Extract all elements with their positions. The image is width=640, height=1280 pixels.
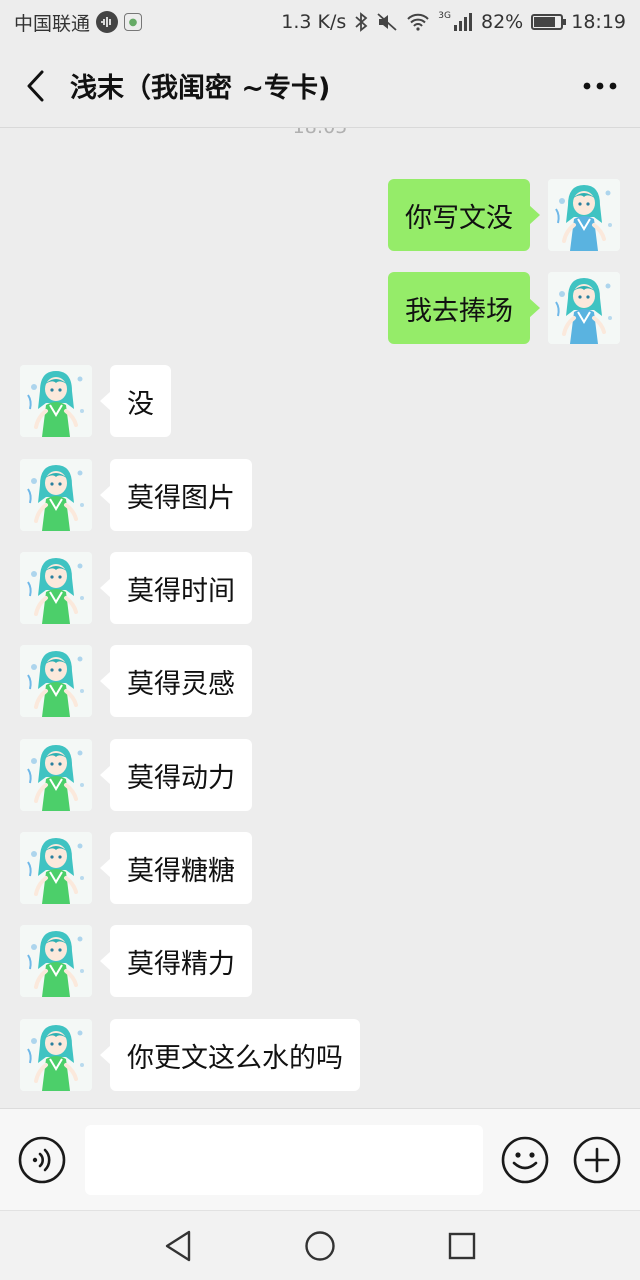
message-input[interactable] — [85, 1125, 483, 1195]
incoming-message: 莫得灵感 — [20, 645, 252, 717]
contact-avatar[interactable] — [20, 832, 92, 904]
contact-avatar[interactable] — [20, 459, 92, 531]
hd-voice-icon — [96, 11, 119, 33]
signal-icon — [453, 13, 473, 31]
message-bubble[interactable]: 你更文这么水的吗 — [100, 1019, 360, 1091]
my-avatar[interactable] — [548, 179, 620, 251]
emoji-button[interactable] — [501, 1136, 549, 1184]
nav-recent-button[interactable] — [441, 1225, 483, 1267]
plus-icon — [573, 1136, 621, 1184]
chat-header: 浅末（我闺密 ~专卡) — [0, 44, 640, 128]
battery-icon — [531, 14, 567, 30]
outgoing-message: 我去捧场 — [388, 272, 620, 344]
nav-home-icon — [305, 1231, 335, 1261]
nav-home-button[interactable] — [299, 1225, 341, 1267]
contact-avatar[interactable] — [20, 645, 92, 717]
voice-button[interactable] — [18, 1136, 66, 1184]
nav-back-icon — [165, 1230, 191, 1262]
contact-avatar[interactable] — [20, 552, 92, 624]
incoming-message: 莫得糖糖 — [20, 832, 252, 904]
incoming-message: 莫得精力 — [20, 925, 252, 997]
message-bubble[interactable]: 莫得时间 — [100, 552, 252, 624]
chat-title: 浅末（我闺密 ~专卡) — [70, 73, 331, 104]
plus-button[interactable] — [573, 1136, 621, 1184]
message-bubble[interactable]: 莫得精力 — [100, 925, 252, 997]
battery-percent: 82% — [481, 11, 524, 33]
back-arrow-icon — [27, 70, 44, 101]
message-bubble[interactable]: 莫得动力 — [100, 739, 252, 811]
more-dots-icon — [583, 82, 617, 89]
incoming-message: 你更文这么水的吗 — [20, 1019, 360, 1091]
contact-avatar[interactable] — [20, 365, 92, 437]
chat-area[interactable]: 18:05 你写文没我去捧场没莫得图片莫得时间莫得灵感莫得动力莫得糖糖莫得精力你… — [0, 128, 640, 1108]
status-right: 1.3 K/s 3G 82% 18:19 — [281, 11, 626, 33]
contact-avatar[interactable] — [20, 739, 92, 811]
emoji-icon — [501, 1136, 549, 1184]
system-nav-bar — [0, 1210, 640, 1280]
incoming-message: 莫得图片 — [20, 459, 252, 531]
battery-fill — [534, 17, 556, 27]
contact-avatar[interactable] — [20, 925, 92, 997]
status-left: 中国联通 ● — [14, 9, 281, 36]
status-bar: 中国联通 ● 1.3 K/s 3G 82% 18:19 — [0, 0, 640, 44]
more-button[interactable] — [560, 44, 640, 128]
message-bubble[interactable]: 你写文没 — [388, 179, 540, 251]
clock: 18:19 — [571, 11, 626, 33]
incoming-message: 莫得动力 — [20, 739, 252, 811]
mute-icon — [376, 12, 398, 32]
network-speed: 1.3 K/s — [281, 11, 347, 33]
network-type: 3G — [438, 11, 451, 21]
nav-recent-icon — [448, 1232, 476, 1260]
input-bar — [0, 1108, 640, 1210]
message-bubble[interactable]: 莫得灵感 — [100, 645, 252, 717]
bluetooth-icon — [354, 12, 368, 32]
contact-avatar[interactable] — [20, 1019, 92, 1091]
wifi-icon — [406, 13, 430, 31]
back-button[interactable] — [0, 44, 70, 128]
carrier-name: 中国联通 — [14, 12, 91, 35]
message-timestamp: 18:05 — [0, 128, 640, 138]
message-bubble[interactable]: 我去捧场 — [388, 272, 540, 344]
outgoing-message: 你写文没 — [388, 179, 620, 251]
message-bubble[interactable]: 没 — [100, 365, 171, 437]
app-notification-icon: ● — [124, 13, 143, 31]
nav-back-button[interactable] — [157, 1225, 199, 1267]
message-bubble[interactable]: 莫得糖糖 — [100, 832, 252, 904]
incoming-message: 没 — [20, 365, 171, 437]
voice-icon — [18, 1136, 66, 1184]
message-bubble[interactable]: 莫得图片 — [100, 459, 252, 531]
my-avatar[interactable] — [548, 272, 620, 344]
incoming-message: 莫得时间 — [20, 552, 252, 624]
